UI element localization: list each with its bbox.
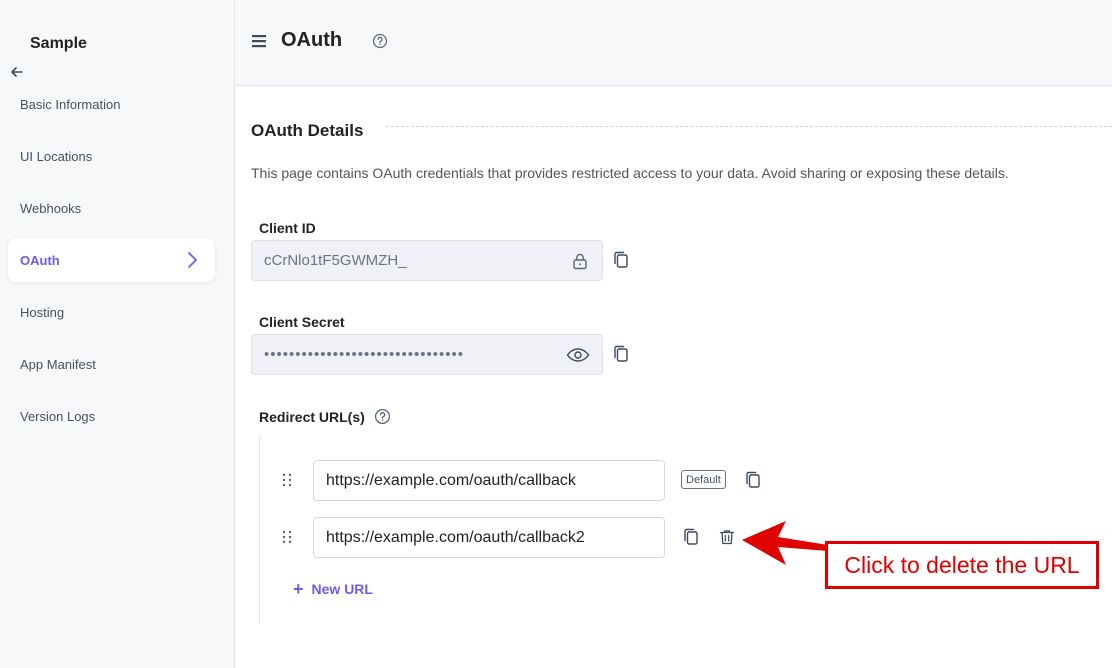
sidebar-item-label: Hosting <box>20 304 65 320</box>
page-title: OAuth <box>281 29 343 51</box>
help-question-icon[interactable] <box>372 33 388 49</box>
redirect-urls-group <box>259 436 260 624</box>
sidebar-item-ui-locations[interactable]: UI Locations <box>8 134 215 178</box>
redirect-url-input-2[interactable] <box>313 517 665 558</box>
new-url-label: New URL <box>311 581 373 597</box>
sidebar-item-label: App Manifest <box>20 356 96 372</box>
back-arrow-icon[interactable] <box>9 64 25 80</box>
new-url-button[interactable]: + New URL <box>293 580 373 598</box>
client-secret-value: •••••••••••••••••••••••••••••••• <box>264 346 465 363</box>
app-name: Sample <box>30 35 87 52</box>
default-badge: Default <box>681 470 726 489</box>
sidebar-item-oauth[interactable]: OAuth <box>8 238 215 282</box>
copy-client-secret-icon[interactable] <box>611 344 631 364</box>
section-title: OAuth Details <box>251 121 364 140</box>
drag-handle-icon[interactable] <box>281 472 293 488</box>
eye-icon[interactable] <box>566 345 590 365</box>
annotation-callout: Click to delete the URL <box>825 541 1099 589</box>
copy-client-id-icon[interactable] <box>611 250 631 270</box>
sidebar-item-label: Basic Information <box>20 96 121 112</box>
sidebar-item-app-manifest[interactable]: App Manifest <box>8 342 215 386</box>
client-id-field: cCrNlo1tF5GWMZH_ <box>251 240 603 281</box>
redirect-urls-label: Redirect URL(s) <box>259 408 391 425</box>
section-description: This page contains OAuth credentials tha… <box>251 165 1009 181</box>
sidebar-nav: Basic Information UI Locations Webhooks … <box>8 82 215 446</box>
client-id-value: cCrNlo1tF5GWMZH_ <box>264 252 407 269</box>
page-header: OAuth <box>235 0 1112 86</box>
trash-icon[interactable] <box>718 528 736 546</box>
sidebar-item-webhooks[interactable]: Webhooks <box>8 186 215 230</box>
chevron-right-icon <box>188 252 197 268</box>
sidebar-item-hosting[interactable]: Hosting <box>8 290 215 334</box>
sidebar-item-label: OAuth <box>20 252 60 268</box>
plus-icon: + <box>293 579 304 599</box>
drag-handle-icon[interactable] <box>281 529 293 545</box>
client-id-label: Client ID <box>259 220 316 236</box>
sidebar-item-label: UI Locations <box>20 148 93 164</box>
copy-url-icon[interactable] <box>743 470 763 490</box>
hamburger-menu-icon[interactable] <box>252 34 266 48</box>
client-secret-label: Client Secret <box>259 314 345 330</box>
sidebar-item-version-logs[interactable]: Version Logs <box>8 394 215 438</box>
section-divider <box>386 126 1112 127</box>
lock-icon <box>573 253 587 269</box>
sidebar-item-label: Version Logs <box>20 408 96 424</box>
sidebar-item-basic-information[interactable]: Basic Information <box>8 82 215 126</box>
redirect-urls-label-text: Redirect URL(s) <box>259 408 365 425</box>
sidebar-item-label: Webhooks <box>20 200 82 216</box>
help-question-icon[interactable] <box>374 408 391 425</box>
annotation-arrow <box>742 521 828 565</box>
redirect-url-input-1[interactable] <box>313 460 665 501</box>
client-secret-field: •••••••••••••••••••••••••••••••• <box>251 334 603 375</box>
sidebar: Sample Basic Information UI Locations We… <box>0 0 235 668</box>
copy-url-icon[interactable] <box>681 527 701 547</box>
